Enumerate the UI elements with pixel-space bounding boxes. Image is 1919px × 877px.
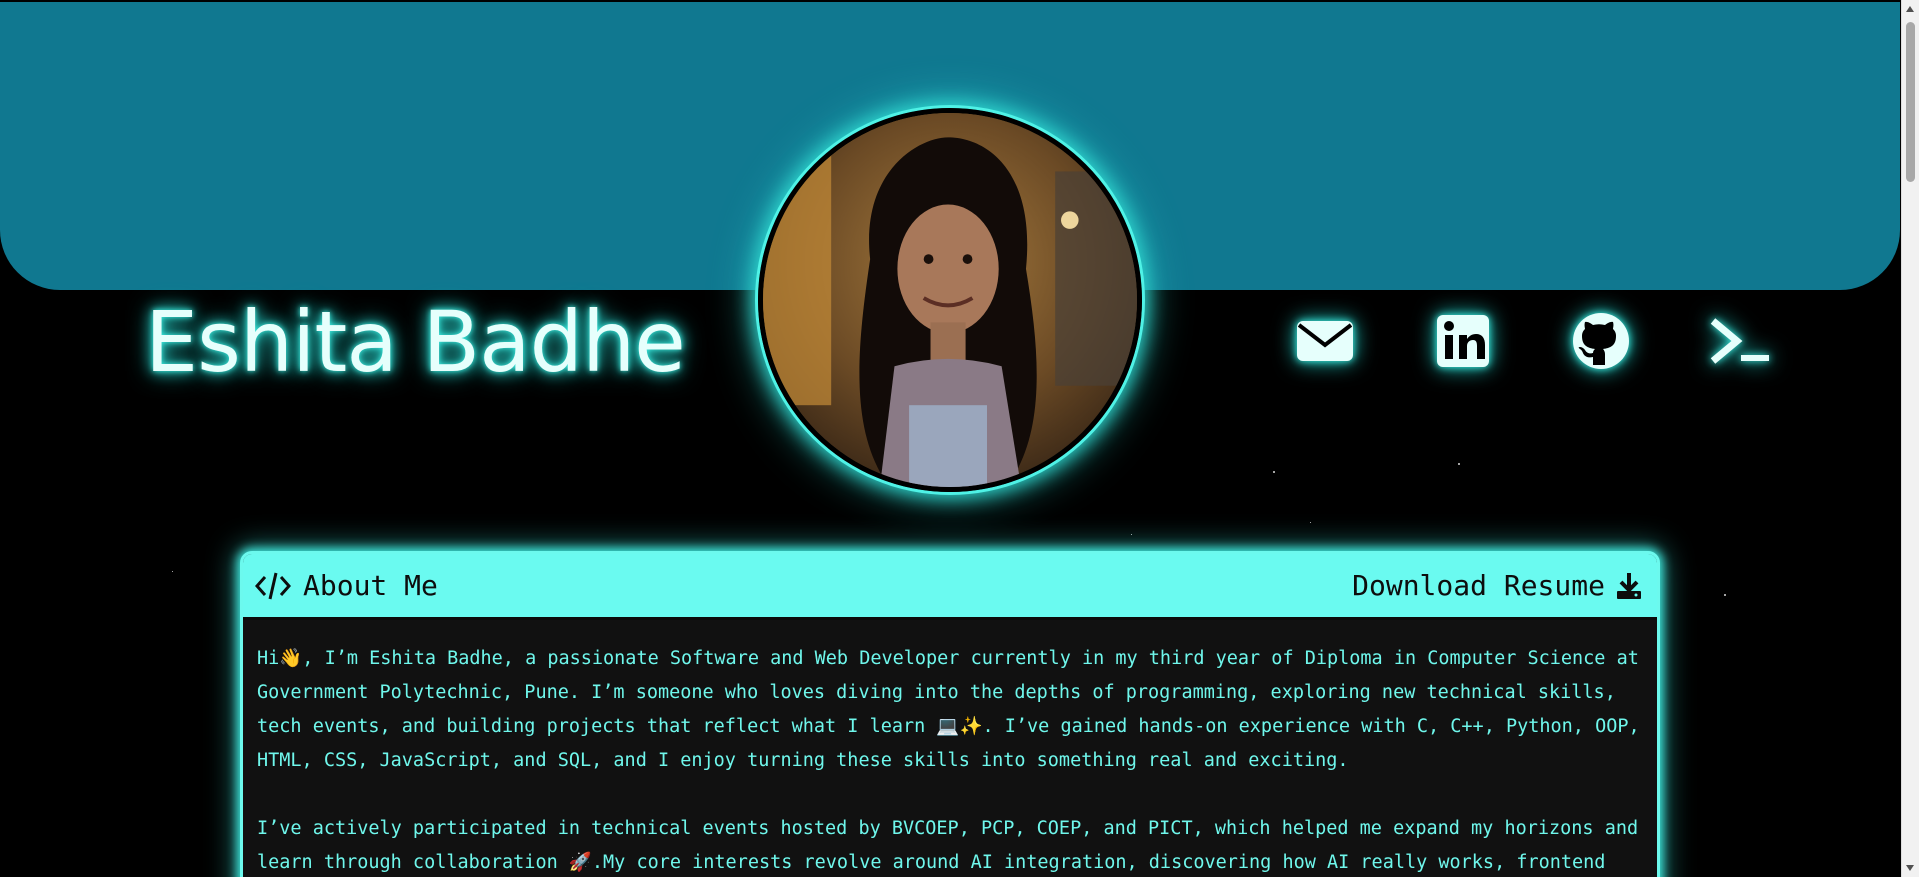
about-header: About Me Download Resume	[243, 554, 1657, 620]
about-paragraph: Hi👋, I’m Eshita Badhe, a passionate Soft…	[257, 648, 1640, 771]
scroll-thumb[interactable]	[1906, 22, 1915, 182]
star	[172, 571, 173, 572]
star	[1131, 534, 1132, 535]
download-icon	[1615, 571, 1643, 601]
avatar	[758, 108, 1142, 492]
download-resume-button[interactable]: Download Resume	[1352, 569, 1643, 602]
terminal-icon[interactable]	[1706, 308, 1772, 374]
star	[1310, 522, 1311, 523]
profile-name: Eshita Badhe	[145, 293, 686, 391]
page-scrollbar[interactable]	[1901, 0, 1919, 877]
social-links	[1292, 308, 1772, 374]
scroll-down-icon[interactable]	[1906, 865, 1914, 871]
email-icon[interactable]	[1292, 308, 1358, 374]
about-card: About Me Download Resume Hi👋, I’m Eshita…	[240, 551, 1660, 877]
about-title: About Me	[303, 569, 438, 602]
about-body: Hi👋, I’m Eshita Badhe, a passionate Soft…	[243, 620, 1657, 877]
about-title-group: About Me	[255, 569, 438, 602]
github-icon[interactable]	[1568, 308, 1634, 374]
star	[1273, 471, 1275, 473]
star	[1458, 463, 1460, 465]
code-icon	[255, 571, 291, 601]
download-resume-label: Download Resume	[1352, 569, 1605, 602]
about-paragraph: I’ve actively participated in technical …	[257, 818, 1639, 873]
linkedin-icon[interactable]	[1430, 308, 1496, 374]
scroll-up-icon[interactable]	[1906, 6, 1914, 12]
star	[1724, 594, 1726, 596]
